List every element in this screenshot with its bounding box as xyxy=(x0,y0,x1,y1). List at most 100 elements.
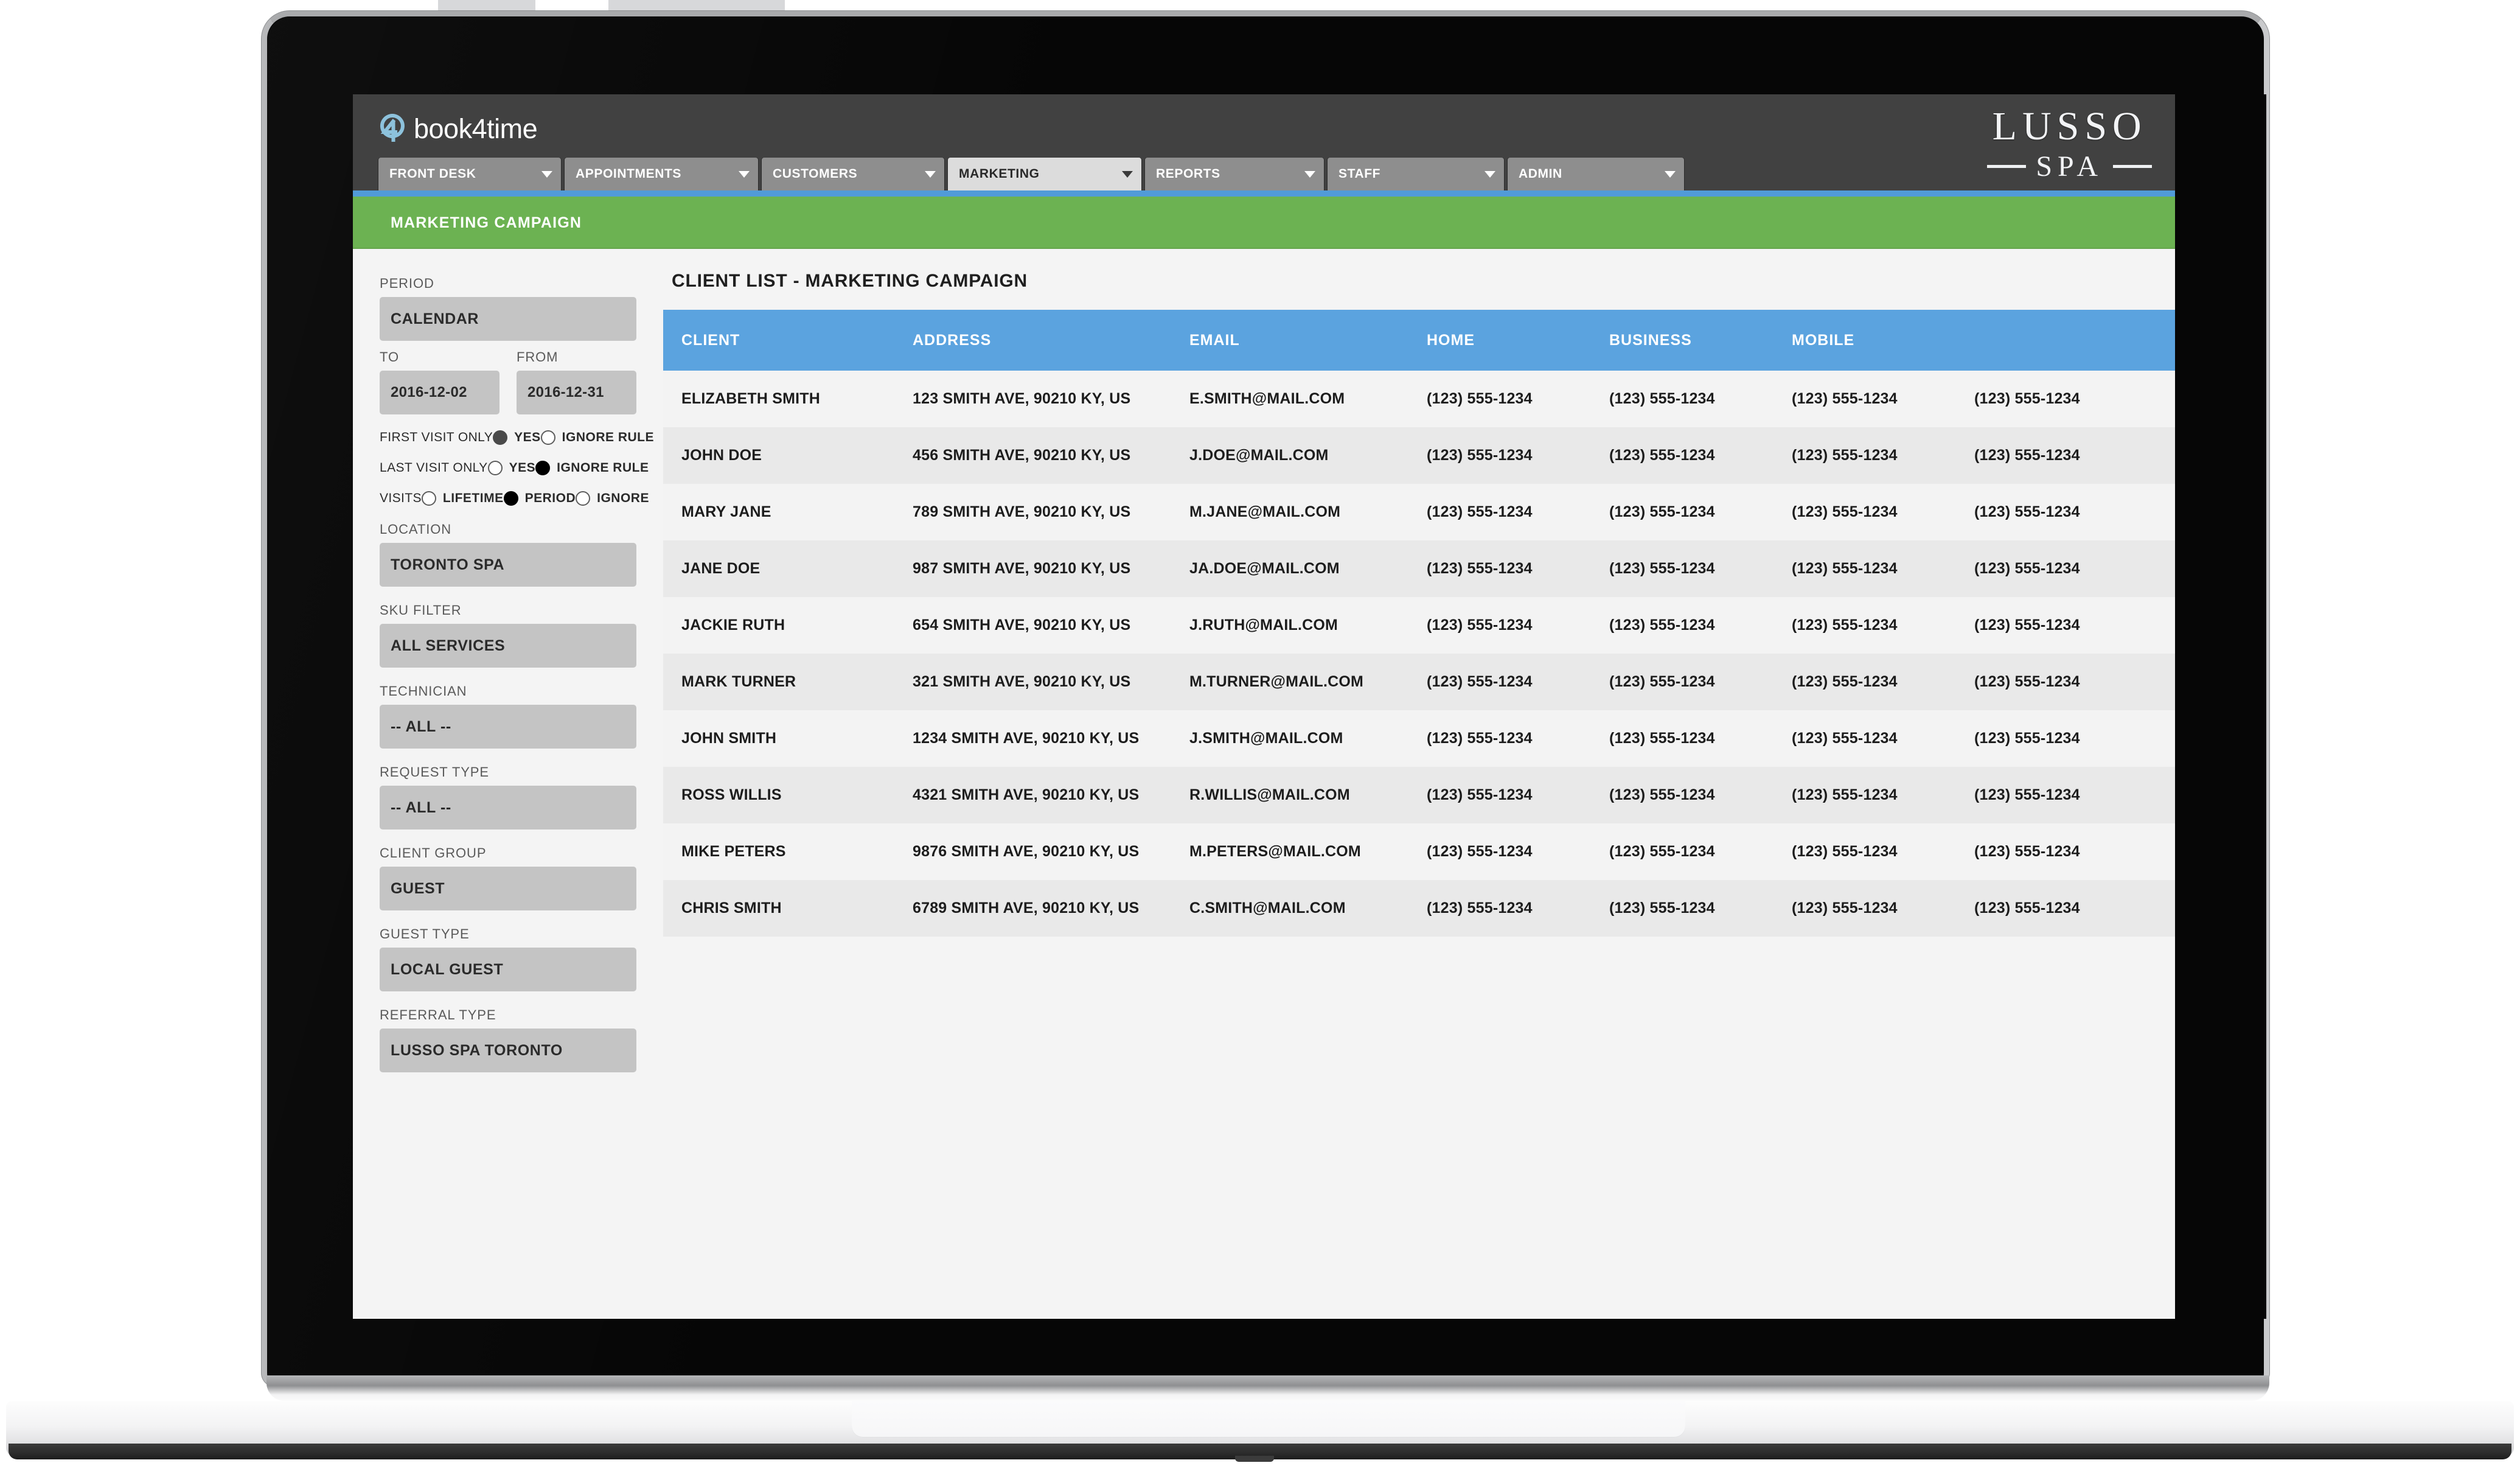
nav-tab-front-desk[interactable]: FRONT DESK xyxy=(378,158,561,190)
cell-client: JOHN SMITH xyxy=(663,710,894,767)
date-to-input[interactable]: 2016-12-02 xyxy=(380,371,499,414)
request-type-select[interactable]: -- ALL -- xyxy=(380,786,636,830)
date-from-label: FROM xyxy=(517,349,559,365)
sku-filter-select[interactable]: ALL SERVICES xyxy=(380,624,636,668)
table-row[interactable]: JACKIE RUTH 654 SMITH AVE, 90210 KY, US J.… xyxy=(663,597,2175,654)
first-visit-only-ignore[interactable]: IGNORE RULE xyxy=(540,430,654,445)
column-header-home[interactable]: HOME xyxy=(1408,310,1591,371)
request-type-group: REQUEST TYPE -- ALL -- xyxy=(380,764,636,830)
table-row[interactable]: JOHN DOE 456 SMITH AVE, 90210 KY, US J.DOE… xyxy=(663,427,2175,484)
table-row[interactable]: JANE DOE 987 SMITH AVE, 90210 KY, US JA.DO… xyxy=(663,540,2175,597)
period-label: PERIOD xyxy=(380,276,434,291)
module-title: MARKETING CAMPAIGN xyxy=(391,214,582,231)
cell-business-phone: (123) 555-1234 xyxy=(1591,823,1773,880)
last-visit-only-yes-label: YES xyxy=(509,461,536,475)
technician-label: TECHNICIAN xyxy=(380,683,467,699)
guest-type-select[interactable]: LOCAL GUEST xyxy=(380,948,636,991)
table-row[interactable]: ROSS WILLIS 4321 SMITH AVE, 90210 KY, US R… xyxy=(663,767,2175,823)
nav-tab-reports[interactable]: REPORTS xyxy=(1145,158,1324,190)
technician-select[interactable]: -- ALL -- xyxy=(380,705,636,749)
nav-tab-appointments[interactable]: APPOINTMENTS xyxy=(565,158,758,190)
cell-extra-phone: (123) 555-1234 xyxy=(1956,540,2175,597)
table-row[interactable]: JOHN SMITH 1234 SMITH AVE, 90210 KY, US J.… xyxy=(663,710,2175,767)
cell-home-phone: (123) 555-1234 xyxy=(1408,654,1591,710)
column-header-client[interactable]: CLIENT xyxy=(663,310,894,371)
period-select[interactable]: CALENDAR xyxy=(380,297,636,341)
chevron-down-icon xyxy=(739,170,750,178)
header-accent-bar xyxy=(353,190,2175,197)
brand-name: book4time xyxy=(414,113,538,144)
visits-ignore-label: IGNORE xyxy=(597,491,649,505)
location-select-value: TORONTO SPA xyxy=(391,556,505,573)
cell-mobile-phone: (123) 555-1234 xyxy=(1773,823,1956,880)
first-visit-only-yes-label: YES xyxy=(514,430,541,444)
cell-business-phone: (123) 555-1234 xyxy=(1591,654,1773,710)
client-group-select[interactable]: GUEST xyxy=(380,867,636,910)
cell-mobile-phone: (123) 555-1234 xyxy=(1773,597,1956,654)
cell-address: 6789 SMITH AVE, 90210 KY, US xyxy=(894,880,1171,937)
last-visit-only-yes[interactable]: YES xyxy=(487,461,536,475)
column-header-address[interactable]: ADDRESS xyxy=(894,310,1171,371)
cell-extra-phone: (123) 555-1234 xyxy=(1956,823,2175,880)
table-row[interactable]: MARK TURNER 321 SMITH AVE, 90210 KY, US M.… xyxy=(663,654,2175,710)
table-header: CLIENT ADDRESS EMAIL HOME BUSINESS MOBIL… xyxy=(663,310,2175,371)
nav-tab-staff[interactable]: STAFF xyxy=(1328,158,1504,190)
column-header-extra[interactable] xyxy=(1956,310,2175,371)
cell-home-phone: (123) 555-1234 xyxy=(1408,880,1591,937)
date-from-input[interactable]: 2016-12-31 xyxy=(517,371,636,414)
last-visit-only-ignore[interactable]: IGNORE RULE xyxy=(535,461,649,475)
property-logo: LUSSO SPA xyxy=(1987,105,2152,183)
nav-tab-marketing[interactable]: MARKETING xyxy=(948,158,1141,190)
table-body: ELIZABETH SMITH 123 SMITH AVE, 90210 KY, … xyxy=(663,371,2175,937)
logo-rule-right xyxy=(2113,165,2152,169)
cell-business-phone: (123) 555-1234 xyxy=(1591,371,1773,427)
location-select[interactable]: TORONTO SPA xyxy=(380,543,636,587)
table-row[interactable]: CHRIS SMITH 6789 SMITH AVE, 90210 KY, US C… xyxy=(663,880,2175,937)
column-header-business[interactable]: BUSINESS xyxy=(1591,310,1773,371)
location-group: LOCATION TORONTO SPA xyxy=(380,522,636,587)
period-select-value: CALENDAR xyxy=(391,310,479,327)
cell-email: J.SMITH@MAIL.COM xyxy=(1171,710,1408,767)
visits-ignore[interactable]: IGNORE xyxy=(576,491,649,506)
cell-business-phone: (123) 555-1234 xyxy=(1591,597,1773,654)
column-header-mobile[interactable]: MOBILE xyxy=(1773,310,1956,371)
column-header-email[interactable]: EMAIL xyxy=(1171,310,1408,371)
visits-lifetime[interactable]: LIFETIME xyxy=(421,491,504,506)
visits-period[interactable]: PERIOD xyxy=(503,491,576,506)
nav-tab-admin[interactable]: ADMIN xyxy=(1508,158,1684,190)
cell-business-phone: (123) 555-1234 xyxy=(1591,710,1773,767)
nav-tab-front-desk-label: FRONT DESK xyxy=(389,167,476,181)
table-row[interactable]: ELIZABETH SMITH 123 SMITH AVE, 90210 KY, … xyxy=(663,371,2175,427)
last-visit-only-row: LAST VISIT ONLY YES IGNORE RULE xyxy=(380,461,649,475)
laptop-base-notch xyxy=(852,1401,1685,1437)
nav-tab-customers[interactable]: CUSTOMERS xyxy=(762,158,944,190)
sku-filter-label: SKU FILTER xyxy=(380,603,462,618)
cell-home-phone: (123) 555-1234 xyxy=(1408,540,1591,597)
guest-type-select-value: LOCAL GUEST xyxy=(391,960,504,978)
laptop-base-foot xyxy=(1235,1456,1274,1462)
request-type-select-value: -- ALL -- xyxy=(391,798,451,816)
table-header-row: CLIENT ADDRESS EMAIL HOME BUSINESS MOBIL… xyxy=(663,310,2175,371)
date-to-label: TO xyxy=(380,349,399,365)
cell-mobile-phone: (123) 555-1234 xyxy=(1773,880,1956,937)
table-row[interactable]: MIKE PETERS 9876 SMITH AVE, 90210 KY, US M… xyxy=(663,823,2175,880)
visits-lifetime-label: LIFETIME xyxy=(442,491,504,505)
cell-extra-phone: (123) 555-1234 xyxy=(1956,710,2175,767)
cell-address: 4321 SMITH AVE, 90210 KY, US xyxy=(894,767,1171,823)
nav-tab-admin-label: ADMIN xyxy=(1519,167,1562,181)
table-row[interactable]: MARY JANE 789 SMITH AVE, 90210 KY, US M.JA… xyxy=(663,484,2175,540)
referral-type-select[interactable]: LUSSO SPA TORONTO xyxy=(380,1029,636,1072)
first-visit-only-yes[interactable]: YES xyxy=(493,430,541,445)
cell-mobile-phone: (123) 555-1234 xyxy=(1773,371,1956,427)
cell-home-phone: (123) 555-1234 xyxy=(1408,371,1591,427)
cell-extra-phone: (123) 555-1234 xyxy=(1956,880,2175,937)
sku-filter-group: SKU FILTER ALL SERVICES xyxy=(380,603,636,668)
property-logo-line2: SPA xyxy=(2036,150,2103,183)
cell-email: M.JANE@MAIL.COM xyxy=(1171,484,1408,540)
guest-type-group: GUEST TYPE LOCAL GUEST xyxy=(380,926,636,991)
app-header: book4time LUSSO SPA FRONT DESK APPOINTME… xyxy=(353,94,2175,190)
nav-tab-marketing-label: MARKETING xyxy=(959,167,1040,181)
brand-logo[interactable]: book4time xyxy=(378,113,538,144)
cell-client: MIKE PETERS xyxy=(663,823,894,880)
cell-email: JA.DOE@MAIL.COM xyxy=(1171,540,1408,597)
